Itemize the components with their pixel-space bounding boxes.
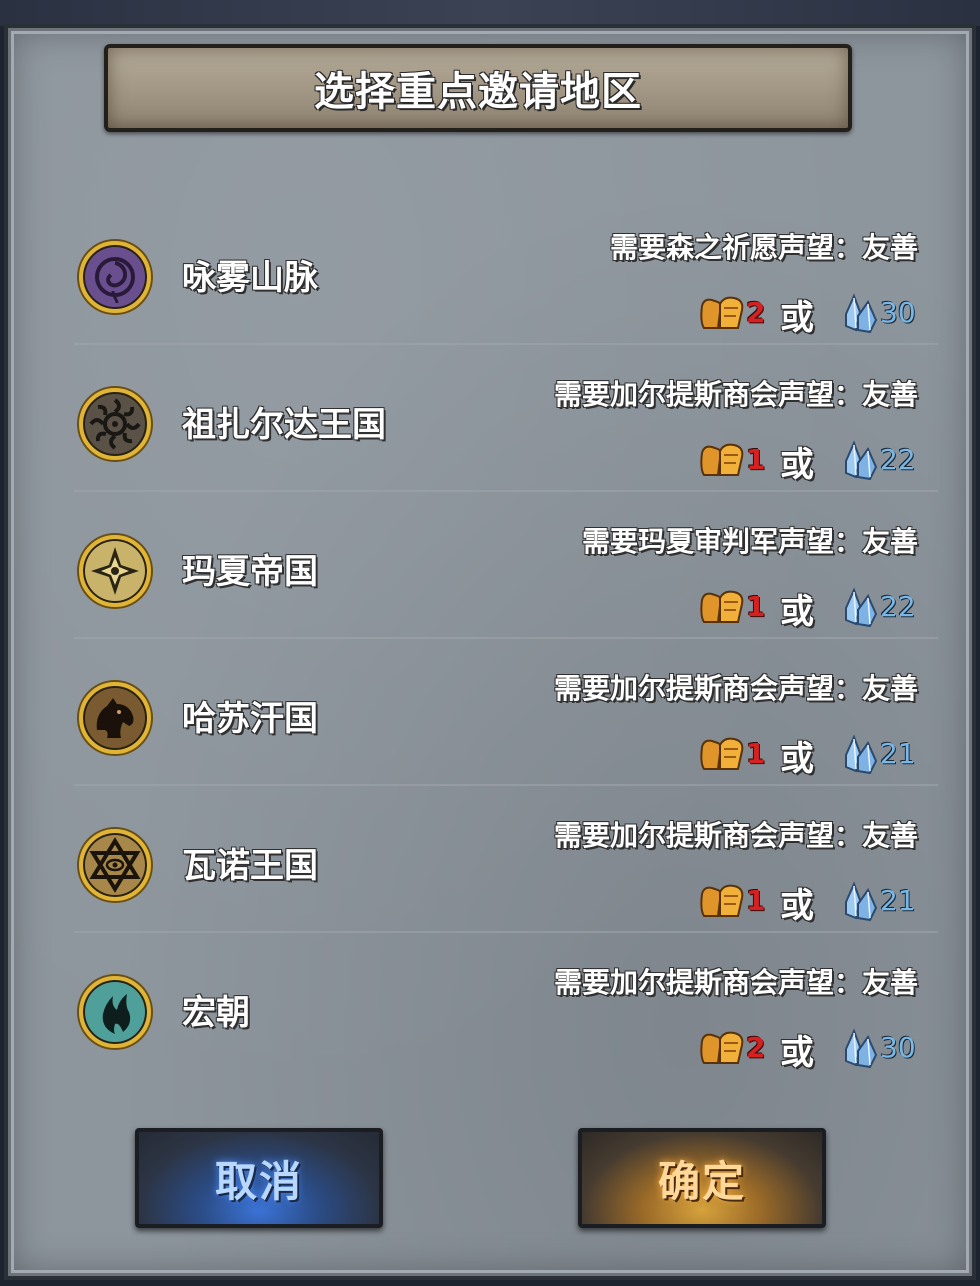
reputation-requirement: 需要加尔提斯商会声望：友善 (553, 966, 918, 999)
or-label: 或 (780, 886, 814, 926)
region-name: 宏朝 (182, 993, 250, 1033)
crystal-count: 22 (880, 590, 916, 623)
confirm-button[interactable]: 确定 (578, 1128, 826, 1228)
region-row-hasu[interactable]: 哈苏汗国 需要加尔提斯商会声望：友善 1 或 21 (74, 639, 938, 786)
phoenix-flame-icon (79, 976, 151, 1048)
or-label: 或 (780, 445, 814, 485)
compass-cross-icon (79, 535, 151, 607)
bread-icon (700, 590, 744, 623)
region-name: 玛夏帝国 (182, 552, 318, 592)
region-name: 瓦诺王国 (182, 846, 318, 886)
invite-cost: 1 或 22 (698, 584, 928, 632)
or-label: 或 (780, 739, 814, 779)
bread-count: 2 (746, 296, 766, 329)
invite-cost: 1 或 21 (698, 878, 928, 926)
region-name: 咏雾山脉 (182, 258, 318, 298)
crystal-count: 21 (880, 737, 916, 770)
bread-icon (700, 884, 744, 917)
or-label: 或 (780, 298, 814, 338)
crystal-icon (845, 734, 878, 775)
spiral-mist-icon (79, 241, 151, 313)
crystal-count: 22 (880, 443, 916, 476)
reputation-requirement: 需要森之祈愿声望：友善 (609, 231, 918, 264)
title-banner: 选择重点邀请地区 (104, 44, 852, 132)
reputation-requirement: 需要加尔提斯商会声望：友善 (553, 378, 918, 411)
dialog-title: 选择重点邀请地区 (314, 69, 642, 115)
confirm-button-label: 确定 (657, 1156, 746, 1206)
horse-head-icon (79, 682, 151, 754)
crystal-icon (845, 587, 878, 628)
crystal-icon (845, 440, 878, 481)
region-row-hongchao[interactable]: 宏朝 需要加尔提斯商会声望：友善 2 或 30 (74, 933, 938, 1080)
region-row-maxia[interactable]: 玛夏帝国 需要玛夏审判军声望：友善 1 或 22 (74, 492, 938, 639)
region-row-zuzhaerda[interactable]: 祖扎尔达王国 需要加尔提斯商会声望：友善 1 或 22 (74, 345, 938, 492)
crystal-count: 30 (880, 296, 916, 329)
region-list: 咏雾山脉 需要森之祈愿声望：友善 2 或 30 祖扎尔达王国 需要加尔提斯商会声… (74, 198, 938, 1080)
invite-cost: 2 或 30 (698, 290, 928, 338)
region-name: 哈苏汗国 (182, 699, 318, 739)
bread-icon (700, 443, 744, 476)
or-label: 或 (780, 592, 814, 632)
region-row-yongwu[interactable]: 咏雾山脉 需要森之祈愿声望：友善 2 或 30 (74, 198, 938, 345)
crystal-icon (845, 1028, 878, 1069)
bread-count: 1 (746, 590, 766, 623)
bread-count: 1 (746, 884, 766, 917)
reputation-requirement: 需要玛夏审判军声望：友善 (581, 525, 918, 558)
bread-count: 2 (746, 1031, 766, 1064)
bread-icon (700, 296, 744, 329)
top-strip (0, 0, 980, 26)
crystal-icon (845, 293, 878, 334)
bread-count: 1 (746, 737, 766, 770)
region-name: 祖扎尔达王国 (182, 405, 386, 445)
crystal-count: 30 (880, 1031, 916, 1064)
cancel-button[interactable]: 取消 (135, 1128, 383, 1228)
crystal-icon (845, 881, 878, 922)
hexagram-eye-icon (79, 829, 151, 901)
bread-icon (700, 737, 744, 770)
invite-cost: 1 或 21 (698, 731, 928, 779)
or-label: 或 (780, 1033, 814, 1073)
sun-wheel-icon (79, 388, 151, 460)
reputation-requirement: 需要加尔提斯商会声望：友善 (553, 672, 918, 705)
invite-cost: 1 或 22 (698, 437, 928, 485)
bread-count: 1 (746, 443, 766, 476)
bread-icon (700, 1031, 744, 1064)
invite-cost: 2 或 30 (698, 1025, 928, 1073)
crystal-count: 21 (880, 884, 916, 917)
region-row-wanuo[interactable]: 瓦诺王国 需要加尔提斯商会声望：友善 1 或 21 (74, 786, 938, 933)
reputation-requirement: 需要加尔提斯商会声望：友善 (553, 819, 918, 852)
cancel-button-label: 取消 (214, 1156, 303, 1206)
